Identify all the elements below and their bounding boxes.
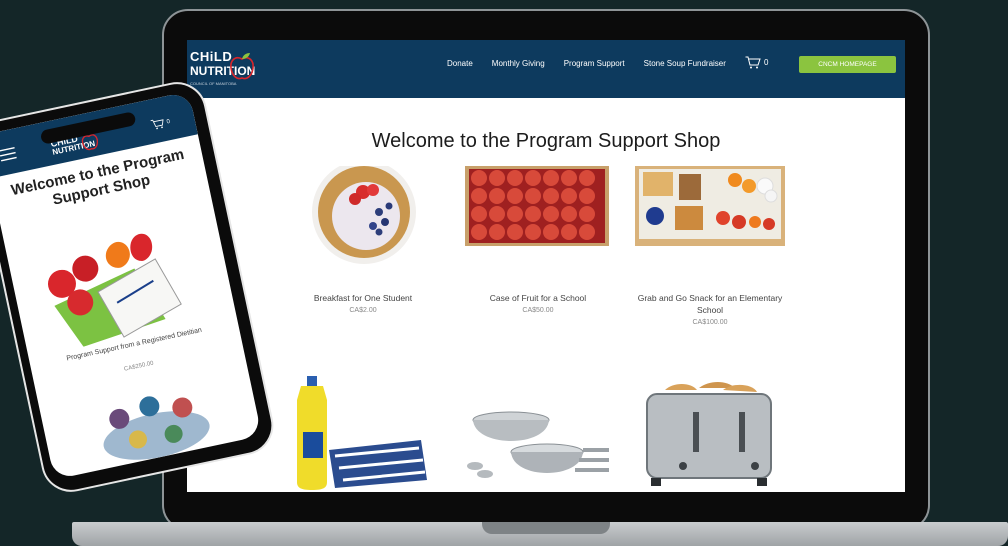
nav-donate[interactable]: Donate <box>447 59 473 68</box>
cart-count: 0 <box>764 58 769 67</box>
hamburger-menu-icon[interactable] <box>0 147 17 162</box>
nav-stone-soup[interactable]: Stone Soup Fundraiser <box>644 59 726 68</box>
product-image-mixing-bowls[interactable] <box>463 408 613 488</box>
product-image-toaster[interactable] <box>643 382 783 490</box>
product-card[interactable]: Case of Fruit for a School CA$50.00 <box>453 292 623 314</box>
phone-cart-count: 0 <box>166 118 171 125</box>
phone-cart-button[interactable]: 0 <box>150 116 171 131</box>
site-header: CHiLD NUTRITION COUNCIL OF MANITOBA Dona… <box>187 40 905 98</box>
product-price: CA$2.00 <box>349 307 377 314</box>
laptop-screen: CHiLD NUTRITION COUNCIL OF MANITOBA Dona… <box>187 40 905 492</box>
product-card[interactable]: Breakfast for One Student CA$2.00 <box>278 292 448 314</box>
product-name[interactable]: Breakfast for One Student <box>278 292 448 304</box>
product-price: CA$50.00 <box>522 307 554 314</box>
product-image-fruit-case[interactable] <box>464 166 610 248</box>
nav-monthly-giving[interactable]: Monthly Giving <box>492 59 545 68</box>
product-card[interactable]: Grab and Go Snack for an Elementary Scho… <box>625 292 795 326</box>
laptop-notch <box>482 522 610 534</box>
product-price: CA$100.00 <box>692 319 728 326</box>
apple-logo-icon <box>230 53 254 80</box>
phone-cart-icon <box>150 119 164 130</box>
logo-line-1: CHiLD <box>190 49 233 64</box>
cart-button[interactable]: 0 <box>745 56 768 69</box>
product-image-snack-drawer[interactable] <box>635 166 785 248</box>
cart-icon <box>745 56 761 69</box>
product-name[interactable]: Grab and Go Snack for an Elementary Scho… <box>625 292 795 316</box>
page-title: Welcome to the Program Support Shop <box>371 130 721 152</box>
product-image-breakfast[interactable] <box>299 166 429 268</box>
nav-program-support[interactable]: Program Support <box>564 59 625 68</box>
product-name[interactable]: Case of Fruit for a School <box>453 292 623 304</box>
product-image-dish-soap[interactable] <box>291 376 433 492</box>
main-nav: Donate Monthly Giving Program Support St… <box>447 59 726 68</box>
cncm-homepage-button[interactable]: CNCM HOMEPAGE <box>799 56 896 73</box>
